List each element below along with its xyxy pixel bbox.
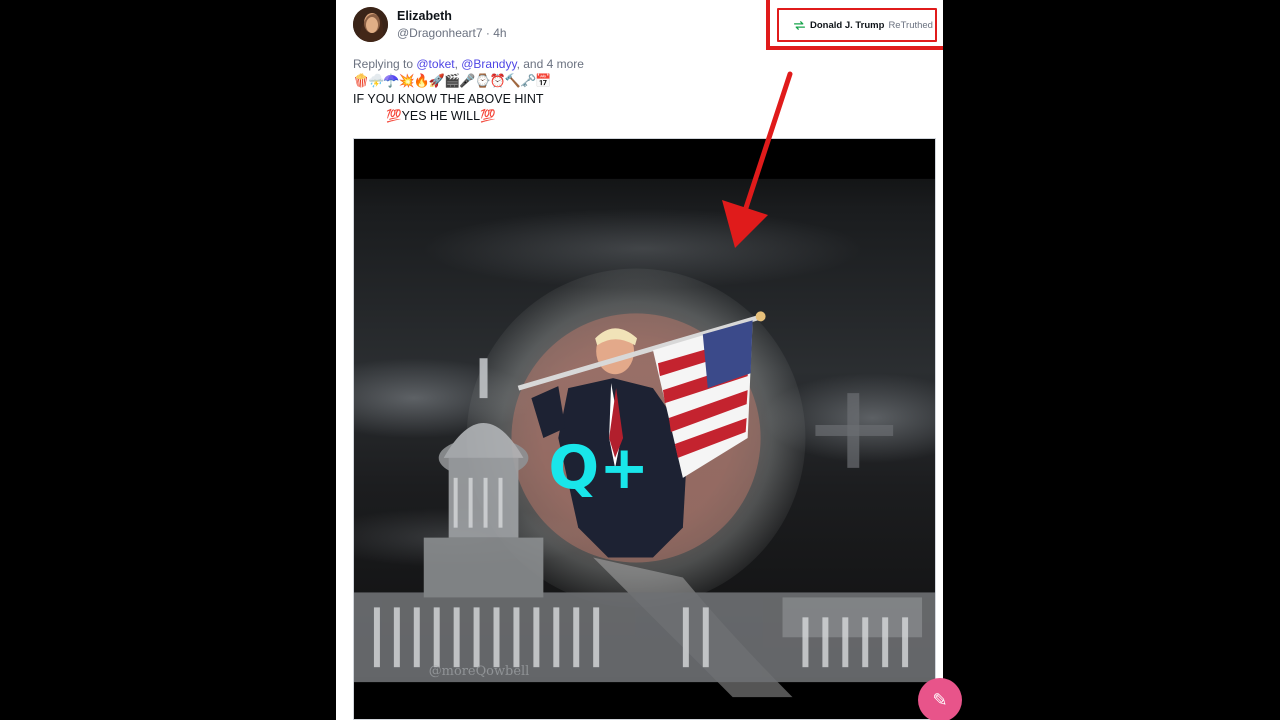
mention-link[interactable]: @Brandyy bbox=[461, 57, 516, 71]
reply-prefix: Replying to bbox=[353, 57, 417, 71]
post-text-line: 💯YES HE WILL💯 bbox=[386, 109, 496, 123]
author-name[interactable]: Elizabeth bbox=[397, 9, 452, 23]
post-emoji-row: 🍿⛈️☂️💥🔥🚀🎬🎤⌚⏰🔨🗝️📅 bbox=[353, 73, 551, 88]
reply-context: Replying to @toket, @Brandyy, and 4 more bbox=[353, 57, 584, 71]
reply-suffix[interactable]: , and 4 more bbox=[517, 57, 584, 71]
avatar[interactable] bbox=[353, 7, 388, 42]
annotation-arrow bbox=[722, 71, 793, 248]
mention-link[interactable]: @toket bbox=[416, 57, 454, 71]
post-text-line: IF YOU KNOW THE ABOVE HINT bbox=[353, 92, 544, 106]
post-panel: Elizabeth @Dragonheart7 · 4h Donald J. T… bbox=[336, 0, 943, 720]
q-plus-logo: Q+ bbox=[548, 434, 649, 503]
compose-icon: ✎ bbox=[932, 689, 948, 710]
compose-button[interactable]: ✎ bbox=[918, 678, 962, 720]
retruth-label: ReTruthed bbox=[888, 19, 933, 31]
post-image[interactable]: Q+ @moreQowbell bbox=[353, 138, 936, 720]
retruth-indicator[interactable]: Donald J. Trump ReTruthed bbox=[777, 8, 937, 42]
retruth-user-name[interactable]: Donald J. Trump bbox=[810, 20, 884, 31]
author-handle[interactable]: @Dragonheart7 · 4h bbox=[397, 26, 507, 40]
annotation-highlight-box: Donald J. Trump ReTruthed bbox=[766, 0, 943, 50]
retruth-icon bbox=[793, 19, 806, 32]
image-watermark: @moreQowbell bbox=[429, 664, 530, 679]
